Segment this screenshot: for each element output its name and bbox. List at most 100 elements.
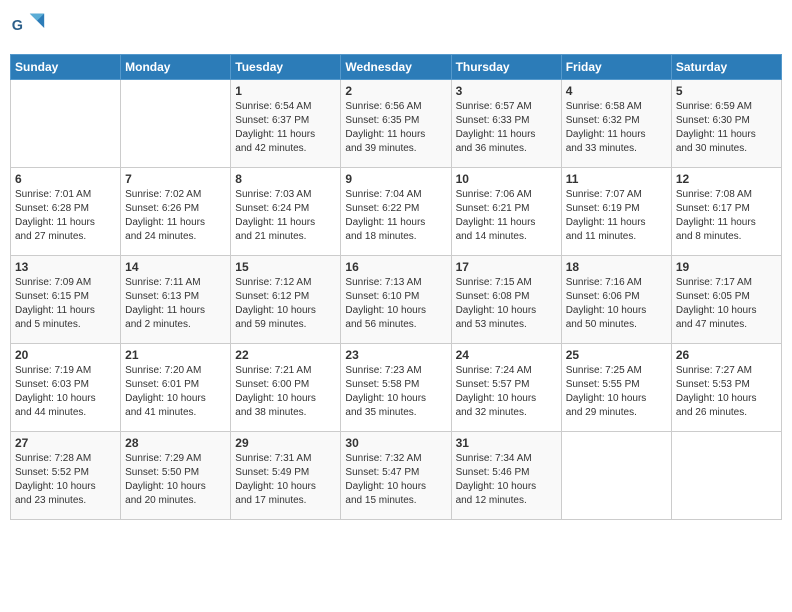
- logo-icon: G: [10, 10, 46, 46]
- day-info: Sunrise: 7:15 AM Sunset: 6:08 PM Dayligh…: [456, 276, 557, 332]
- svg-text:G: G: [12, 18, 23, 34]
- day-number: 18: [566, 260, 667, 274]
- day-info: Sunrise: 7:32 AM Sunset: 5:47 PM Dayligh…: [345, 452, 446, 508]
- day-info: Sunrise: 6:56 AM Sunset: 6:35 PM Dayligh…: [345, 100, 446, 156]
- day-info: Sunrise: 7:11 AM Sunset: 6:13 PM Dayligh…: [125, 276, 226, 332]
- day-of-week-header: Monday: [121, 55, 231, 80]
- calendar-cell: [121, 80, 231, 168]
- day-number: 20: [15, 348, 116, 362]
- day-info: Sunrise: 7:12 AM Sunset: 6:12 PM Dayligh…: [235, 276, 336, 332]
- day-info: Sunrise: 7:08 AM Sunset: 6:17 PM Dayligh…: [676, 188, 777, 244]
- day-number: 6: [15, 172, 116, 186]
- day-info: Sunrise: 7:20 AM Sunset: 6:01 PM Dayligh…: [125, 364, 226, 420]
- calendar-cell: 29 Sunrise: 7:31 AM Sunset: 5:49 PM Dayli…: [231, 432, 341, 520]
- day-number: 30: [345, 436, 446, 450]
- calendar-cell: 13Sunrise: 7:09 AM Sunset: 6:15 PM Dayli…: [11, 256, 121, 344]
- day-info: Sunrise: 6:54 AM Sunset: 6:37 PM Dayligh…: [235, 100, 336, 156]
- calendar-cell: 17 Sunrise: 7:15 AM Sunset: 6:08 PM Dayli…: [451, 256, 561, 344]
- day-number: 23: [345, 348, 446, 362]
- day-number: 27: [15, 436, 116, 450]
- calendar-cell: 2 Sunrise: 6:56 AM Sunset: 6:35 PM Daylig…: [341, 80, 451, 168]
- calendar-cell: 22 Sunrise: 7:21 AM Sunset: 6:00 PM Dayli…: [231, 344, 341, 432]
- day-number: 15: [235, 260, 336, 274]
- logo: G: [10, 10, 52, 46]
- calendar-cell: [561, 432, 671, 520]
- day-number: 5: [676, 84, 777, 98]
- day-number: 29: [235, 436, 336, 450]
- calendar-cell: 20 Sunrise: 7:19 AM Sunset: 6:03 PM Dayli…: [11, 344, 121, 432]
- day-info: Sunrise: 7:24 AM Sunset: 5:57 PM Dayligh…: [456, 364, 557, 420]
- day-info: Sunrise: 7:25 AM Sunset: 5:55 PM Dayligh…: [566, 364, 667, 420]
- day-number: 31: [456, 436, 557, 450]
- calendar-cell: 9 Sunrise: 7:04 AM Sunset: 6:22 PM Daylig…: [341, 168, 451, 256]
- day-info: Sunrise: 7:02 AM Sunset: 6:26 PM Dayligh…: [125, 188, 226, 244]
- day-info: Sunrise: 6:59 AM Sunset: 6:30 PM Dayligh…: [676, 100, 777, 156]
- day-info: Sunrise: 7:13 AM Sunset: 6:10 PM Dayligh…: [345, 276, 446, 332]
- calendar-cell: 7 Sunrise: 7:02 AM Sunset: 6:26 PM Daylig…: [121, 168, 231, 256]
- day-number: 25: [566, 348, 667, 362]
- day-number: 12: [676, 172, 777, 186]
- day-number: 17: [456, 260, 557, 274]
- day-number: 19: [676, 260, 777, 274]
- calendar-cell: 24 Sunrise: 7:24 AM Sunset: 5:57 PM Dayli…: [451, 344, 561, 432]
- day-info: Sunrise: 7:06 AM Sunset: 6:21 PM Dayligh…: [456, 188, 557, 244]
- day-number: 16: [345, 260, 446, 274]
- calendar-cell: 14 Sunrise: 7:11 AM Sunset: 6:13 PM Dayli…: [121, 256, 231, 344]
- calendar-cell: [11, 80, 121, 168]
- day-info: Sunrise: 7:29 AM Sunset: 5:50 PM Dayligh…: [125, 452, 226, 508]
- calendar-cell: 28 Sunrise: 7:29 AM Sunset: 5:50 PM Dayli…: [121, 432, 231, 520]
- calendar-cell: 5 Sunrise: 6:59 AM Sunset: 6:30 PM Daylig…: [671, 80, 781, 168]
- day-of-week-header: Wednesday: [341, 55, 451, 80]
- day-info: Sunrise: 7:03 AM Sunset: 6:24 PM Dayligh…: [235, 188, 336, 244]
- calendar-cell: 10 Sunrise: 7:06 AM Sunset: 6:21 PM Dayli…: [451, 168, 561, 256]
- calendar-cell: [671, 432, 781, 520]
- day-info: Sunrise: 7:31 AM Sunset: 5:49 PM Dayligh…: [235, 452, 336, 508]
- calendar-cell: 19 Sunrise: 7:17 AM Sunset: 6:05 PM Dayli…: [671, 256, 781, 344]
- day-of-week-header: Friday: [561, 55, 671, 80]
- day-of-week-header: Sunday: [11, 55, 121, 80]
- day-info: Sunrise: 7:27 AM Sunset: 5:53 PM Dayligh…: [676, 364, 777, 420]
- day-info: Sunrise: 7:21 AM Sunset: 6:00 PM Dayligh…: [235, 364, 336, 420]
- day-number: 8: [235, 172, 336, 186]
- day-number: 4: [566, 84, 667, 98]
- day-info: Sunrise: 7:09 AM Sunset: 6:15 PM Dayligh…: [15, 276, 116, 332]
- calendar-cell: 18 Sunrise: 7:16 AM Sunset: 6:06 PM Dayli…: [561, 256, 671, 344]
- calendar-cell: 15 Sunrise: 7:12 AM Sunset: 6:12 PM Dayli…: [231, 256, 341, 344]
- day-number: 7: [125, 172, 226, 186]
- day-number: 9: [345, 172, 446, 186]
- day-number: 2: [345, 84, 446, 98]
- day-info: Sunrise: 7:01 AM Sunset: 6:28 PM Dayligh…: [15, 188, 116, 244]
- calendar-cell: 4 Sunrise: 6:58 AM Sunset: 6:32 PM Daylig…: [561, 80, 671, 168]
- day-info: Sunrise: 6:58 AM Sunset: 6:32 PM Dayligh…: [566, 100, 667, 156]
- calendar-table: SundayMondayTuesdayWednesdayThursdayFrid…: [10, 54, 782, 520]
- calendar-cell: 8 Sunrise: 7:03 AM Sunset: 6:24 PM Daylig…: [231, 168, 341, 256]
- day-number: 24: [456, 348, 557, 362]
- calendar-cell: 23 Sunrise: 7:23 AM Sunset: 5:58 PM Dayli…: [341, 344, 451, 432]
- day-info: Sunrise: 7:34 AM Sunset: 5:46 PM Dayligh…: [456, 452, 557, 508]
- day-info: Sunrise: 7:16 AM Sunset: 6:06 PM Dayligh…: [566, 276, 667, 332]
- day-number: 11: [566, 172, 667, 186]
- day-info: Sunrise: 7:23 AM Sunset: 5:58 PM Dayligh…: [345, 364, 446, 420]
- calendar-cell: 1 Sunrise: 6:54 AM Sunset: 6:37 PM Daylig…: [231, 80, 341, 168]
- calendar-cell: 3 Sunrise: 6:57 AM Sunset: 6:33 PM Daylig…: [451, 80, 561, 168]
- day-info: Sunrise: 7:17 AM Sunset: 6:05 PM Dayligh…: [676, 276, 777, 332]
- day-number: 3: [456, 84, 557, 98]
- day-info: Sunrise: 7:07 AM Sunset: 6:19 PM Dayligh…: [566, 188, 667, 244]
- calendar-cell: 25 Sunrise: 7:25 AM Sunset: 5:55 PM Dayli…: [561, 344, 671, 432]
- calendar-cell: 27Sunrise: 7:28 AM Sunset: 5:52 PM Dayli…: [11, 432, 121, 520]
- day-number: 26: [676, 348, 777, 362]
- day-number: 21: [125, 348, 226, 362]
- calendar-cell: 6 Sunrise: 7:01 AM Sunset: 6:28 PM Daylig…: [11, 168, 121, 256]
- day-of-week-header: Saturday: [671, 55, 781, 80]
- calendar-cell: 31 Sunrise: 7:34 AM Sunset: 5:46 PM Dayli…: [451, 432, 561, 520]
- day-number: 22: [235, 348, 336, 362]
- day-info: Sunrise: 7:19 AM Sunset: 6:03 PM Dayligh…: [15, 364, 116, 420]
- day-info: Sunrise: 7:04 AM Sunset: 6:22 PM Dayligh…: [345, 188, 446, 244]
- day-number: 28: [125, 436, 226, 450]
- day-number: 1: [235, 84, 336, 98]
- calendar-cell: 11 Sunrise: 7:07 AM Sunset: 6:19 PM Dayli…: [561, 168, 671, 256]
- calendar-cell: 30 Sunrise: 7:32 AM Sunset: 5:47 PM Dayli…: [341, 432, 451, 520]
- day-number: 14: [125, 260, 226, 274]
- day-info: Sunrise: 6:57 AM Sunset: 6:33 PM Dayligh…: [456, 100, 557, 156]
- day-number: 10: [456, 172, 557, 186]
